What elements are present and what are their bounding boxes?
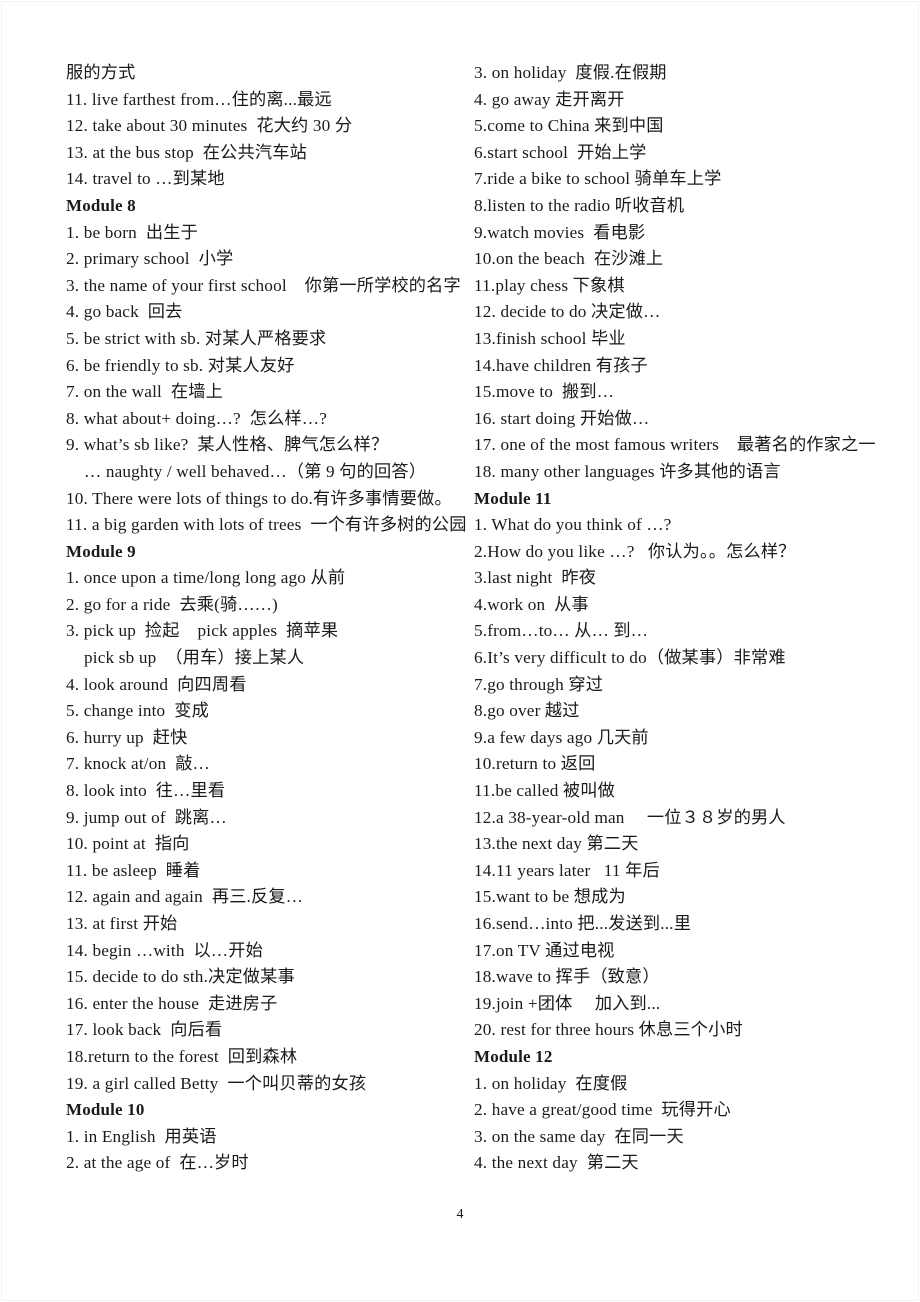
right-phrase-line: 13.the next day 第二天 — [474, 834, 639, 854]
left-phrase-line: 1. be born 出生于 — [66, 222, 198, 242]
right-phrase-line: 15.move to 搬到… — [474, 382, 615, 402]
right-phrase-line: 16. start doing 开始做… — [474, 408, 650, 428]
left-phrase-line: 10. point at 指向 — [66, 834, 190, 854]
right-phrase-line: 8.go over 越过 — [474, 701, 580, 721]
left-phrase-line: 1. in English 用英语 — [66, 1126, 217, 1146]
right-phrase-line: 7.ride a bike to school 骑单车上学 — [474, 169, 722, 189]
left-phrase-line: 7. on the wall 在墙上 — [66, 382, 223, 402]
right-phrase-line: 6.It’s very difficult to do（做某事）非常难 — [474, 648, 786, 668]
right-phrase-line: 2.How do you like …? 你认为。。怎么样？ — [474, 541, 796, 561]
left-phrase-line: 11. live farthest from…住的离...最远 — [66, 89, 332, 109]
right-phrase-line: 12.a 38-year-old man 一位３８岁的男人 — [474, 807, 786, 827]
right-phrase-line: 17.on TV 通过电视 — [474, 940, 615, 960]
left-phrase-line: 5. be strict with sb. 对某人严格要求 — [66, 328, 327, 348]
right-phrase-line: 13.finish school 毕业 — [474, 328, 626, 348]
right-phrase-line: 14.11 years later 11 年后 — [474, 860, 660, 880]
right-phrase-line: 16.send…into 把...发送到...里 — [474, 914, 692, 933]
left-phrase-line: 1. once upon a time/long long ago 从前 — [66, 568, 346, 588]
left-phrase-line: 13. at the bus stop 在公共汽车站 — [66, 142, 307, 162]
right-phrase-line: 8.listen to the radio 听收音机 — [474, 195, 685, 215]
right-phrase-line: 7.go through 穿过 — [474, 674, 604, 694]
right-phrase-line: 4. go away 走开离开 — [474, 89, 625, 109]
two-column-body: 服的方式 11. live farthest from…住的离...最远 12. t… — [0, 60, 920, 1177]
left-phrase-line: 4. look around 向四周看 — [66, 674, 247, 694]
left-phrase-line: 4. go back 回去 — [66, 302, 183, 322]
document-page: 服的方式 11. live farthest from…住的离...最远 12. t… — [0, 0, 920, 1302]
left-module-heading: Module 9 — [66, 541, 136, 561]
left-phrase-line: 3. pick up 捡起 pick apples 摘苹果 — [66, 621, 339, 641]
left-phrase-line: 10. There were lots of things to do.有许多事… — [66, 488, 452, 508]
right-phrase-line: 20. rest for three hours 休息三个小时 — [474, 1020, 743, 1040]
right-phrase-line: 11.play chess 下象棋 — [474, 275, 625, 295]
left-phrase-line: 12. again and again 再三.反复… — [66, 887, 304, 907]
left-module-heading: Module 10 — [66, 1100, 145, 1120]
left-phrase-line: 16. enter the house 走进房子 — [66, 993, 278, 1013]
left-phrase-line: 9. jump out of 跳离… — [66, 807, 227, 827]
right-phrase-line: 9.a few days ago 几天前 — [474, 727, 649, 747]
left-phrase-line: 服的方式 — [66, 63, 136, 82]
left-phrase-line: 18.return to the forest 回到森林 — [66, 1046, 298, 1066]
left-phrase-line: 13. at first 开始 — [66, 914, 178, 933]
right-module-heading: Module 12 — [474, 1046, 553, 1066]
right-phrase-line: 5.from…to… 从… 到… — [474, 621, 649, 641]
right-phrase-line: 1. What do you think of …? — [474, 515, 672, 535]
right-phrase-line: 18.wave to 挥手（致意） — [474, 967, 660, 987]
left-phrase-line: 5. change into 变成 — [66, 701, 209, 721]
right-phrase-line: 10.on the beach 在沙滩上 — [474, 249, 664, 269]
left-phrase-line: 14. travel to …到某地 — [66, 169, 225, 189]
left-column: 服的方式 11. live farthest from…住的离...最远 12. t… — [0, 60, 470, 1177]
left-phrase-line: 6. hurry up 赶快 — [66, 727, 188, 747]
left-phrase-line: 2. at the age of 在…岁时 — [66, 1153, 249, 1173]
page-number: 4 — [456, 1207, 464, 1222]
right-phrase-line: 4. the next day 第二天 — [474, 1153, 639, 1173]
right-phrase-line: 3. on holiday 度假.在假期 — [474, 63, 667, 82]
left-phrase-line: 9. what’s sb like? 某人性格、脾气怎么样？ — [66, 435, 389, 455]
left-phrase-line: pick sb up （用车）接上某人 — [84, 648, 305, 668]
left-phrase-line: … naughty / well behaved…（第 9 句的回答） — [84, 461, 427, 481]
right-phrase-line: 5.come to China 来到中国 — [474, 116, 664, 136]
left-module-heading: Module 8 — [66, 195, 136, 215]
right-phrase-line: 12. decide to do 决定做… — [474, 302, 661, 322]
left-phrase-line: 17. look back 向后看 — [66, 1020, 223, 1040]
left-phrase-line: 14. begin …with 以…开始 — [66, 940, 263, 960]
right-phrase-line: 15.want to be 想成为 — [474, 887, 626, 907]
right-phrase-line: 2. have a great/good time 玩得开心 — [474, 1100, 731, 1120]
left-phrase-line: 15. decide to do sth.决定做某事 — [66, 967, 295, 987]
left-phrase-line: 11. be asleep 睡着 — [66, 860, 201, 880]
right-phrase-line: 19.join +团体 加入到... — [474, 993, 661, 1013]
left-phrase-line: 2. primary school 小学 — [66, 249, 234, 269]
right-module-heading: Module 11 — [474, 488, 552, 508]
right-phrase-line: 6.start school 开始上学 — [474, 142, 647, 162]
right-phrase-line: 14.have children 有孩子 — [474, 355, 648, 375]
left-phrase-line: 8. what about+ doing…? 怎么样…? — [66, 408, 327, 428]
right-phrase-line: 4.work on 从事 — [474, 594, 589, 614]
left-phrase-line: 2. go for a ride 去乘(骑……) — [66, 594, 278, 614]
right-phrase-line: 10.return to 返回 — [474, 754, 596, 774]
right-phrase-line: 17. one of the most famous writers 最著名的作… — [474, 435, 876, 455]
right-phrase-line: 9.watch movies 看电影 — [474, 222, 646, 242]
right-phrase-line: 18. many other languages 许多其他的语言 — [474, 461, 781, 481]
right-phrase-line: 1. on holiday 在度假 — [474, 1073, 628, 1093]
right-phrase-line: 3. on the same day 在同一天 — [474, 1126, 684, 1146]
left-phrase-line: 6. be friendly to sb. 对某人友好 — [66, 355, 295, 375]
left-phrase-line: 11. a big garden with lots of trees 一个有许… — [66, 515, 467, 535]
right-phrase-line: 3.last night 昨夜 — [474, 568, 597, 588]
left-phrase-line: 3. the name of your first school 你第一所学校的… — [66, 275, 461, 295]
left-phrase-line: 19. a girl called Betty 一个叫贝蒂的女孩 — [66, 1073, 367, 1093]
left-phrase-line: 7. knock at/on 敲… — [66, 754, 210, 774]
left-phrase-line: 8. look into 往…里看 — [66, 781, 226, 801]
right-phrase-line: 11.be called 被叫做 — [474, 781, 616, 801]
right-column: 3. on holiday 度假.在假期 4. go away 走开离开 5.com… — [470, 60, 920, 1177]
left-phrase-line: 12. take about 30 minutes 花大约 30 分 — [66, 116, 353, 136]
